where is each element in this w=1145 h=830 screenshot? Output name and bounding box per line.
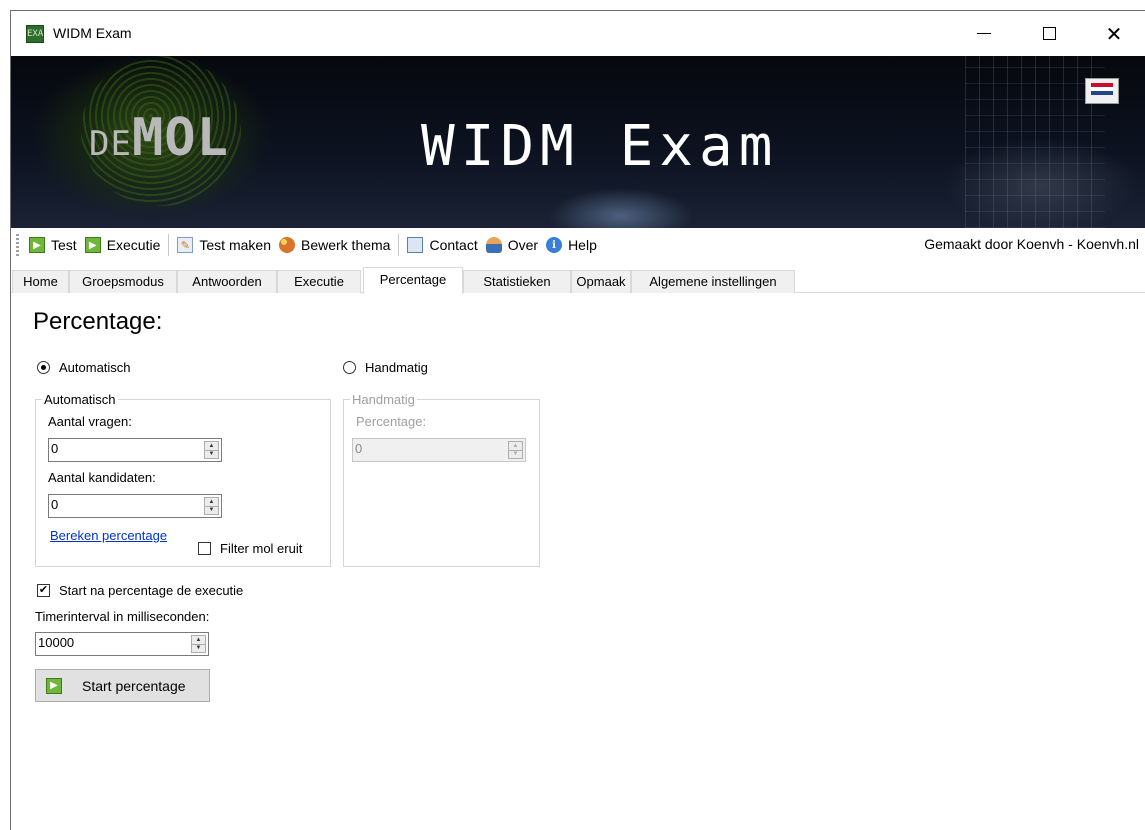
- toolbar-test-maken-label: Test maken: [199, 237, 271, 253]
- arrow-up-icon[interactable]: ▲: [509, 442, 522, 451]
- app-icon: EXA: [26, 25, 44, 43]
- toolbar-bewerk-thema-label: Bewerk thema: [300, 237, 391, 253]
- tab-algemene-instellingen[interactable]: Algemene instellingen: [631, 270, 795, 293]
- toolbar-separator: [398, 234, 400, 256]
- stepper-arrows[interactable]: ▲ ▼: [191, 635, 206, 653]
- edit-icon: ✎: [177, 237, 194, 253]
- toolbar-separator: [168, 234, 170, 256]
- tab-statistieken[interactable]: Statistieken: [463, 270, 571, 293]
- play-icon: ▶: [84, 237, 101, 253]
- filter-mol-checkbox[interactable]: Filter mol eruit: [198, 541, 302, 556]
- banner-title: WIDM Exam: [421, 114, 779, 179]
- timer-interval-label: Timerinterval in milliseconden:: [35, 609, 210, 624]
- de-mol-logo: DEMOL: [89, 108, 229, 168]
- toolbar: ▶ Test ▶ Executie ✎ Test maken Bewerk th…: [11, 228, 1145, 262]
- stepper-arrows[interactable]: ▲ ▼: [204, 497, 219, 515]
- tab-groepsmodus[interactable]: Groepsmodus: [69, 270, 177, 293]
- radio-checked-indicator: [37, 361, 50, 374]
- toolbar-test-button[interactable]: ▶ Test: [25, 232, 81, 258]
- percentage-stepper[interactable]: ▲▼: [352, 438, 526, 462]
- tab-antwoorden[interactable]: Antwoorden: [177, 270, 277, 293]
- start-executie-label: Start na percentage de executie: [59, 583, 244, 598]
- aantal-kandidaten-label: Aantal kandidaten:: [48, 470, 156, 485]
- stepper-arrows[interactable]: ▲ ▼: [508, 441, 523, 459]
- close-button[interactable]: ✕: [1091, 11, 1137, 56]
- toolbar-over-label: Over: [507, 237, 539, 253]
- header-banner: DEMOL WIDM Exam: [11, 56, 1145, 228]
- toolbar-help-button[interactable]: i Help: [542, 232, 601, 258]
- tab-strip: Home Groepsmodus Antwoorden Executie Per…: [11, 267, 1145, 294]
- tab-home[interactable]: Home: [12, 270, 69, 293]
- toolbar-contact-button[interactable]: Contact: [403, 232, 481, 258]
- logo-de-text: DE: [89, 124, 132, 164]
- radio-automatisch[interactable]: Automatisch: [37, 360, 131, 375]
- toolbar-over-button[interactable]: Over: [482, 232, 542, 258]
- handmatig-group-legend: Handmatig: [350, 392, 417, 407]
- timer-interval-stepper[interactable]: ▲▼: [35, 632, 209, 656]
- start-percentage-button[interactable]: ▶ Start percentage: [35, 669, 210, 702]
- language-flag-button[interactable]: [1085, 78, 1119, 104]
- tab-percentage[interactable]: Percentage: [363, 267, 463, 294]
- toolbar-contact-label: Contact: [429, 237, 478, 253]
- arrow-down-icon[interactable]: ▼: [205, 451, 218, 459]
- logo-mol-text: MOL: [131, 108, 229, 168]
- tab-opmaak[interactable]: Opmaak: [571, 270, 631, 293]
- arrow-down-icon[interactable]: ▼: [205, 507, 218, 515]
- start-percentage-label: Start percentage: [82, 677, 186, 694]
- toolbar-executie-button[interactable]: ▶ Executie: [81, 232, 165, 258]
- toolbar-bewerk-thema-button[interactable]: Bewerk thema: [275, 232, 394, 258]
- window-title: WIDM Exam: [53, 25, 132, 41]
- arrow-up-icon[interactable]: ▲: [192, 636, 205, 645]
- aantal-kandidaten-stepper[interactable]: ▲▼: [48, 494, 222, 518]
- checkbox-checked: ✔: [37, 584, 50, 597]
- credit-text: Gemaakt door Koenvh - Koenvh.nl: [924, 236, 1139, 252]
- start-executie-checkbox[interactable]: ✔ Start na percentage de executie: [37, 583, 243, 598]
- app-window: EXA WIDM Exam ✕ DEMOL WIDM Exam ▶ Test ▶…: [10, 10, 1145, 830]
- toolbar-help-label: Help: [568, 237, 597, 253]
- minimize-icon: [977, 33, 991, 34]
- theme-icon: [278, 237, 295, 253]
- automatisch-group-legend: Automatisch: [42, 392, 118, 407]
- close-icon: ✕: [1105, 21, 1123, 46]
- maximize-icon: [1042, 27, 1056, 40]
- percentage-input[interactable]: [355, 441, 503, 456]
- minimize-button[interactable]: [961, 11, 1007, 56]
- tab-executie[interactable]: Executie: [277, 270, 361, 293]
- radio-unchecked-indicator: [343, 361, 356, 374]
- radio-handmatig-label: Handmatig: [365, 360, 428, 375]
- play-icon: ▶: [29, 237, 45, 253]
- aantal-kandidaten-input[interactable]: [51, 497, 199, 512]
- arrow-up-icon[interactable]: ▲: [205, 442, 218, 451]
- toolbar-grip[interactable]: [16, 234, 19, 256]
- arrow-down-icon[interactable]: ▼: [509, 451, 522, 459]
- filter-mol-label: Filter mol eruit: [220, 541, 303, 556]
- timer-interval-input[interactable]: [38, 635, 186, 650]
- maximize-button[interactable]: [1026, 11, 1072, 56]
- percentage-panel: Percentage: Automatisch Handmatig Automa…: [11, 293, 1145, 830]
- help-icon: i: [546, 237, 563, 253]
- radio-automatisch-label: Automatisch: [59, 360, 131, 375]
- toolbar-test-maken-button[interactable]: ✎ Test maken: [173, 232, 275, 258]
- title-bar[interactable]: EXA WIDM Exam ✕: [11, 11, 1145, 56]
- percentage-label: Percentage:: [356, 414, 427, 429]
- aantal-vragen-input[interactable]: [51, 441, 199, 456]
- automatisch-group: Automatisch Aantal vragen: ▲▼ Aantal kan…: [35, 392, 331, 567]
- stepper-arrows[interactable]: ▲ ▼: [204, 441, 219, 459]
- bereken-percentage-link[interactable]: Bereken percentage: [50, 528, 167, 543]
- toolbar-executie-label: Executie: [106, 237, 161, 253]
- radio-handmatig[interactable]: Handmatig: [343, 360, 428, 375]
- banner-background-grid: [965, 56, 1105, 228]
- aantal-vragen-label: Aantal vragen:: [48, 414, 132, 429]
- user-icon: [485, 237, 502, 253]
- aantal-vragen-stepper[interactable]: ▲▼: [48, 438, 222, 462]
- page-title: Percentage:: [33, 308, 163, 335]
- arrow-up-icon[interactable]: ▲: [205, 498, 218, 507]
- mail-icon: [407, 237, 424, 253]
- play-icon: ▶: [46, 677, 62, 694]
- toolbar-test-label: Test: [51, 237, 77, 253]
- checkbox-unchecked: [198, 542, 211, 555]
- handmatig-group: Handmatig Percentage: ▲▼: [343, 392, 540, 567]
- arrow-down-icon[interactable]: ▼: [192, 645, 205, 653]
